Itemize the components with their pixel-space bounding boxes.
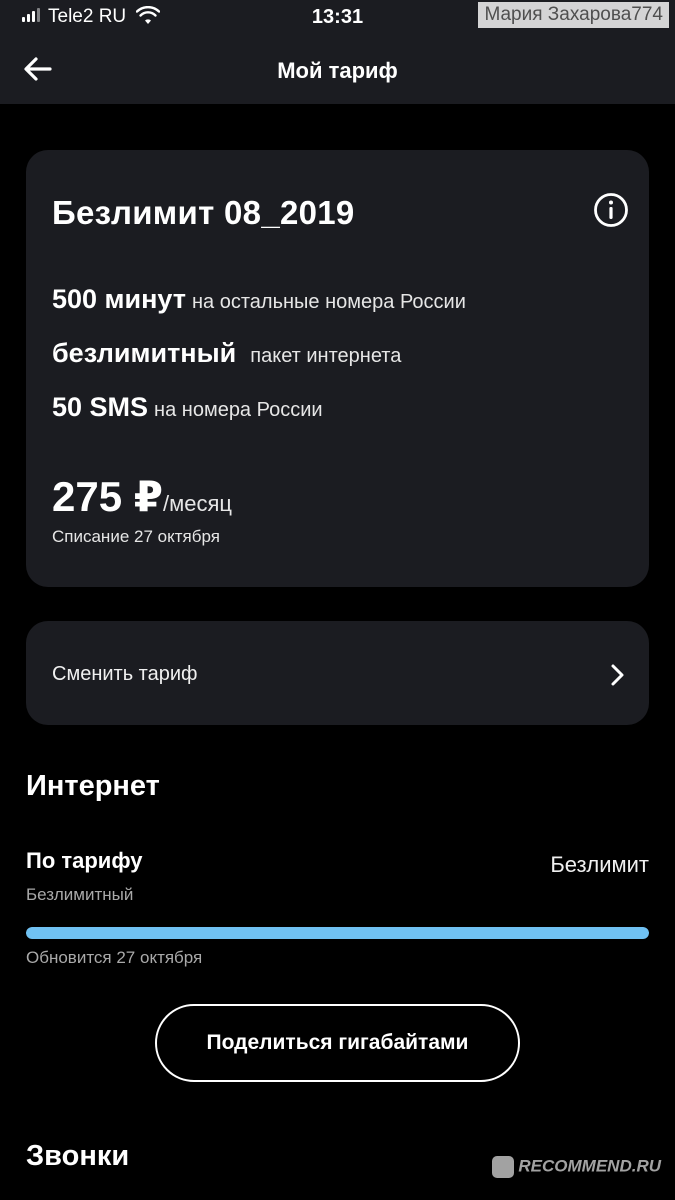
feature-minutes-text: на остальные номера России: [192, 291, 466, 313]
change-tariff-label: Сменить тариф: [52, 663, 198, 685]
user-watermark: Мария Захарова774: [478, 2, 669, 28]
page-title: Мой тариф: [277, 58, 398, 83]
chevron-right-icon: [611, 664, 624, 686]
feature-minutes: 500 минут на остальные номера России: [52, 284, 466, 315]
share-gigabytes-button[interactable]: Поделиться гигабайтами: [155, 1004, 520, 1082]
internet-plan-value: Безлимит: [550, 852, 649, 877]
feature-sms-value: 50 SMS: [52, 392, 149, 422]
feature-sms-text: на номера России: [154, 399, 323, 421]
price-period: /месяц: [162, 491, 232, 516]
internet-progress-fill: [26, 927, 649, 939]
tariff-card: Безлимит 08_2019 500 минут на остальные н…: [26, 150, 649, 587]
calls-section-title: Звонки: [26, 1140, 130, 1172]
navigation-bar: Мой тариф: [0, 34, 675, 104]
site-watermark-logo-icon: [492, 1156, 515, 1178]
internet-section-title: Интернет: [26, 770, 160, 802]
status-bar: Tele2 RU 13:31 Мария Захарова774: [0, 0, 675, 34]
site-watermark-text: RECOMMEND.RU: [518, 1156, 661, 1176]
internet-plan-label: По тарифу: [26, 848, 143, 873]
internet-renew-date: Обновится 27 октября: [26, 948, 203, 967]
site-watermark: RECOMMEND.RU: [492, 1156, 661, 1178]
feature-internet-text: пакет интернета: [250, 345, 402, 367]
tariff-name: Безлимит 08_2019: [52, 194, 355, 231]
internet-plan-sub: Безлимитный: [26, 885, 134, 904]
feature-internet-value: безлимитный: [52, 338, 237, 368]
feature-minutes-value: 500 минут: [52, 284, 186, 314]
info-icon[interactable]: [593, 192, 629, 228]
internet-progress-bar: [26, 927, 649, 939]
feature-internet: безлимитный пакет интернета: [52, 338, 401, 369]
tariff-price: 275 ₽/месяц: [52, 472, 232, 521]
charge-date: Списание 27 октября: [52, 527, 220, 546]
change-tariff-button[interactable]: Сменить тариф: [26, 621, 649, 725]
price-value: 275 ₽: [52, 473, 163, 520]
feature-sms: 50 SMS на номера России: [52, 392, 323, 423]
